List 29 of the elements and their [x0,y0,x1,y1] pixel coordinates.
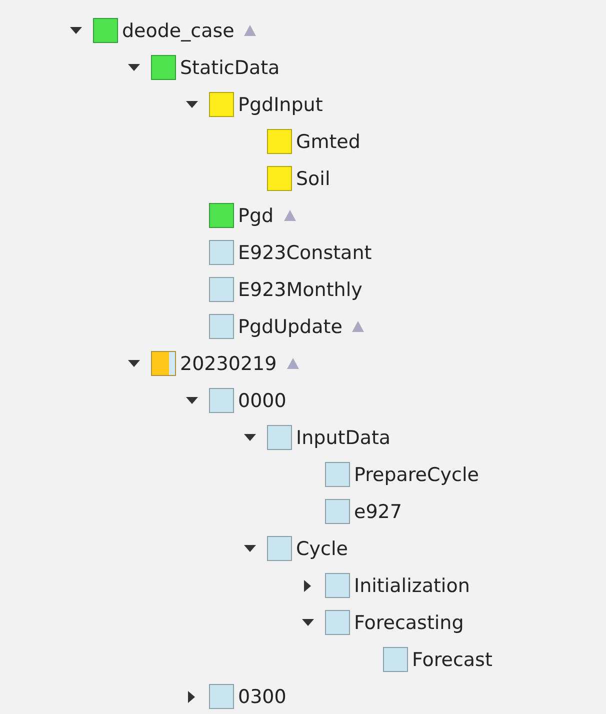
node-label[interactable]: Forecasting [354,612,464,634]
node-label[interactable]: PgdInput [238,94,323,116]
node-label[interactable]: PgdUpdate [238,316,342,338]
collapse-arrow-icon[interactable] [186,101,198,108]
collapse-arrow-icon[interactable] [128,64,140,71]
collapse-arrow-icon[interactable] [302,619,314,626]
node-label[interactable]: StaticData [180,56,280,78]
node-label[interactable]: Pgd [238,204,274,226]
node-label[interactable]: e927 [354,500,402,522]
node-label[interactable]: 20230219 [180,352,277,374]
node-label[interactable]: E923Monthly [238,278,362,300]
expand-arrow-icon[interactable] [188,690,195,702]
expand-arrow-icon[interactable] [304,580,311,592]
node-label[interactable]: E923Constant [238,242,372,264]
node-label[interactable]: 0000 [238,390,286,412]
node-label[interactable]: PrepareCycle [354,464,479,486]
collapse-arrow-icon[interactable] [70,27,82,34]
node-label[interactable]: Soil [296,168,330,190]
node-label[interactable]: deode_case [122,20,234,42]
node-label[interactable]: Initialization [354,574,470,596]
collapse-arrow-icon[interactable] [128,360,140,367]
node-label[interactable]: Forecast [412,648,492,670]
node-label[interactable]: 0300 [238,686,286,708]
collapse-arrow-icon[interactable] [186,397,198,404]
node-label[interactable]: InputData [296,426,391,448]
collapse-arrow-icon[interactable] [244,434,256,441]
collapse-arrow-icon[interactable] [244,545,256,552]
node-label[interactable]: Cycle [296,538,348,560]
node-label[interactable]: Gmted [296,130,360,152]
